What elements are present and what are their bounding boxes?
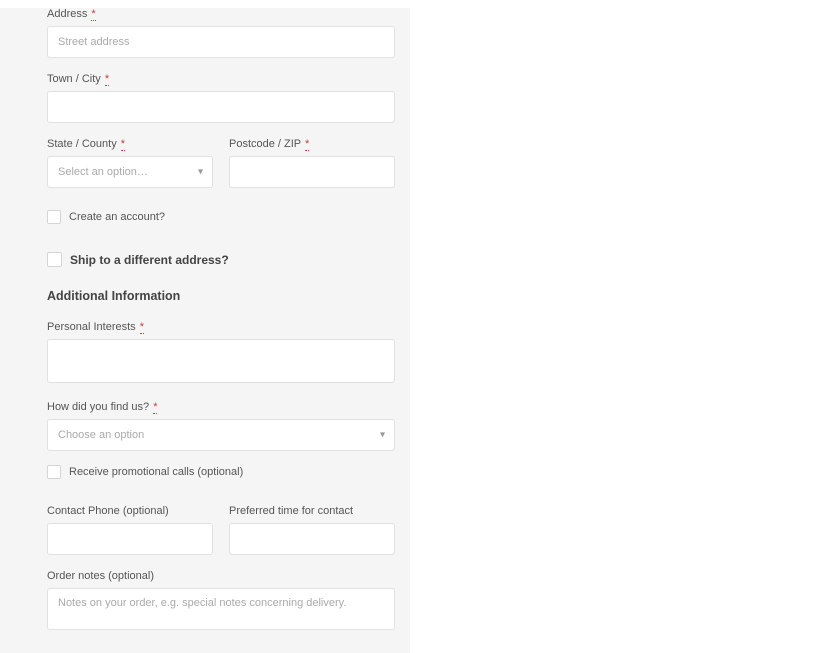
order-notes-input[interactable] [47,588,395,630]
required-indicator: * [305,138,309,151]
checkout-form: Address * Town / City * State / County *… [0,8,410,653]
personal-interests-row: Personal Interests * [47,321,395,386]
order-notes-row: Order notes (optional) [47,570,395,633]
address-label: Address * [47,8,395,20]
state-county-label: State / County * [47,138,213,150]
town-city-field-row: Town / City * [47,73,395,123]
ship-different-label: Ship to a different address? [70,253,229,267]
postcode-field: Postcode / ZIP * [229,138,395,188]
postcode-label-text: Postcode / ZIP [229,138,301,150]
find-us-select-wrap: ▾ [47,419,395,451]
state-county-label-text: State / County [47,138,117,150]
promo-calls-checkbox[interactable] [47,465,61,479]
required-indicator: * [140,321,144,334]
address-field-row: Address * [47,8,395,58]
state-county-select-wrap: ▾ [47,156,213,188]
order-notes-label: Order notes (optional) [47,570,395,582]
create-account-label: Create an account? [69,211,165,223]
ship-different-checkbox[interactable] [47,252,62,267]
find-us-label: How did you find us? * [47,401,395,413]
contact-phone-input[interactable] [47,523,213,555]
find-us-select[interactable] [47,419,395,451]
additional-info-header: Additional Information [47,289,395,303]
state-county-field: State / County * ▾ [47,138,213,188]
personal-interests-input[interactable] [47,339,395,383]
state-postcode-row: State / County * ▾ Postcode / ZIP * [47,138,395,188]
preferred-time-field: Preferred time for contact [229,505,395,555]
required-indicator: * [105,73,109,86]
promo-calls-row: Receive promotional calls (optional) [47,465,395,479]
town-city-label: Town / City * [47,73,395,85]
required-indicator: * [121,138,125,151]
preferred-time-label: Preferred time for contact [229,505,395,517]
contact-phone-field: Contact Phone (optional) [47,505,213,555]
personal-interests-label-text: Personal Interests [47,321,136,333]
contact-row: Contact Phone (optional) Preferred time … [47,505,395,555]
postcode-label: Postcode / ZIP * [229,138,395,150]
personal-interests-label: Personal Interests * [47,321,395,333]
create-account-checkbox[interactable] [47,210,61,224]
create-account-row: Create an account? [47,210,395,224]
address-input[interactable] [47,26,395,58]
town-city-input[interactable] [47,91,395,123]
state-county-select[interactable] [47,156,213,188]
preferred-time-input[interactable] [229,523,395,555]
address-label-text: Address [47,8,87,20]
required-indicator: * [153,401,157,414]
postcode-input[interactable] [229,156,395,188]
ship-different-row: Ship to a different address? [47,252,395,267]
town-city-label-text: Town / City [47,73,101,85]
find-us-row: How did you find us? * ▾ [47,401,395,451]
required-indicator: * [91,8,95,21]
find-us-label-text: How did you find us? [47,401,149,413]
contact-phone-label: Contact Phone (optional) [47,505,213,517]
promo-calls-label: Receive promotional calls (optional) [69,466,243,478]
